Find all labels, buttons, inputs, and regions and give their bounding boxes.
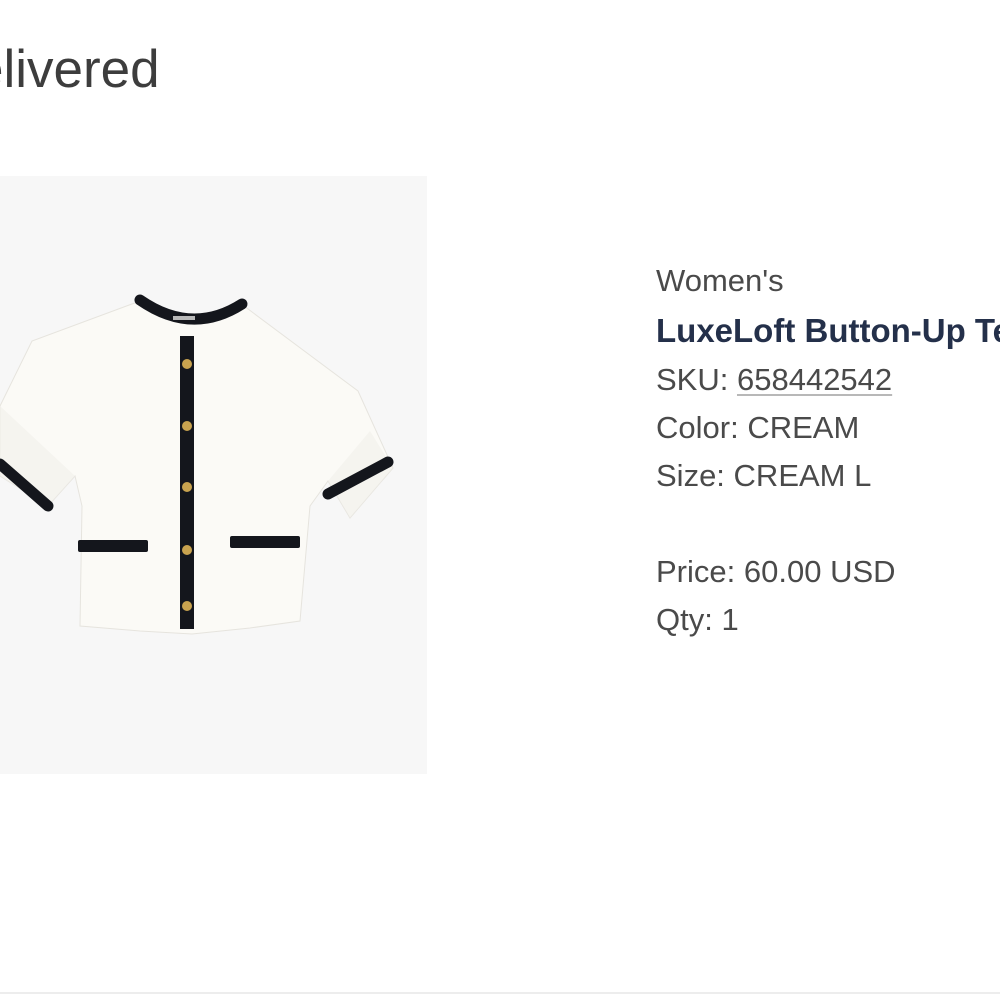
qty-label: Qty: xyxy=(656,602,713,638)
price-value: 60.00 USD xyxy=(743,554,896,590)
product-name-link[interactable]: LuxeLoft Button-Up Tee xyxy=(656,308,1000,354)
sku-link[interactable]: 658442542 xyxy=(737,362,892,397)
section-divider xyxy=(0,992,1000,994)
order-status-heading: elivered xyxy=(0,40,160,99)
garment-button xyxy=(182,601,192,611)
qty-value: 1 xyxy=(721,602,739,638)
size-label: Size: xyxy=(656,458,725,494)
price-row: Price: 60.00 USD xyxy=(656,548,1000,596)
product-category: Women's xyxy=(656,263,784,298)
size-row: Size: CREAM L xyxy=(656,452,1000,500)
color-value: CREAM xyxy=(747,410,860,446)
price-label: Price: xyxy=(656,554,736,590)
garment-button xyxy=(182,482,192,492)
right-pocket-trim xyxy=(230,536,300,548)
left-pocket-trim xyxy=(78,540,148,552)
qty-row: Qty: 1 xyxy=(656,596,1000,644)
color-label: Color: xyxy=(656,410,739,446)
color-row: Color: CREAM xyxy=(656,404,1000,452)
cardigan-tee-image xyxy=(0,294,394,635)
product-image[interactable] xyxy=(0,176,427,774)
sku-label: SKU: xyxy=(656,362,729,398)
garment-button xyxy=(182,545,192,555)
size-value: CREAM L xyxy=(733,458,872,494)
sku-row: SKU: 658442542 xyxy=(656,356,1000,404)
product-details: Women's LuxeLoft Button-Up Tee SKU: 6584… xyxy=(656,262,1000,644)
garment-button xyxy=(182,421,192,431)
garment-button xyxy=(182,359,192,369)
details-spacer xyxy=(656,500,1000,548)
